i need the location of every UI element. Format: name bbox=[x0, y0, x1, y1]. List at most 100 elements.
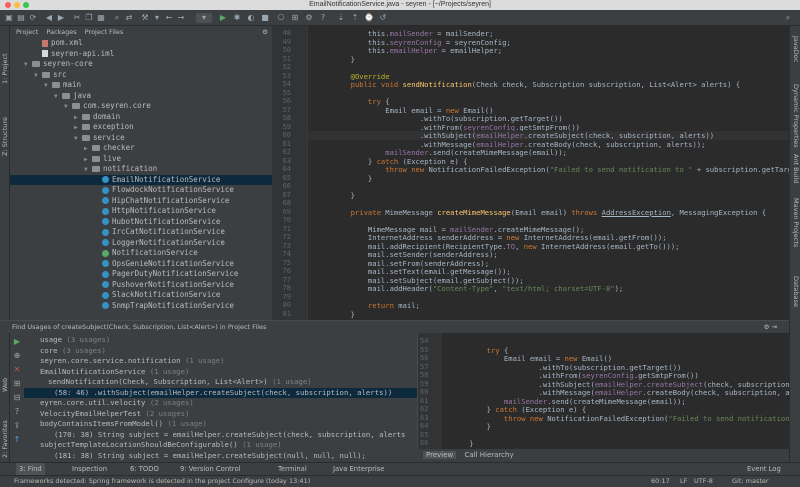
collapse-icon[interactable]: ⊟ bbox=[12, 393, 22, 403]
dynamic-properties-tool-tab[interactable]: Dynamic Properties bbox=[792, 84, 800, 148]
help-icon[interactable]: ? bbox=[12, 407, 22, 417]
tree-item[interactable]: NotificationService bbox=[10, 248, 272, 259]
find-settings-icon[interactable]: ⚙ ⇥ bbox=[764, 321, 777, 333]
ant-build-tool-tab[interactable]: Ant Build bbox=[792, 154, 800, 184]
sync-icon[interactable]: ⟳ bbox=[28, 13, 38, 23]
find-icon[interactable]: ⌕ bbox=[112, 13, 122, 23]
tree-item[interactable]: FlowdockNotificationService bbox=[10, 185, 272, 196]
tree-item[interactable]: LoggerNotificationService bbox=[10, 238, 272, 249]
tree-item[interactable]: PagerDutyNotificationService bbox=[10, 269, 272, 280]
file-encoding[interactable]: UTF-8 bbox=[694, 476, 713, 487]
tree-item[interactable]: IrcCatNotificationService bbox=[10, 227, 272, 238]
tree-item[interactable]: ▼ service bbox=[10, 133, 272, 144]
folder-icon[interactable]: ▣ bbox=[4, 13, 14, 23]
usage-row[interactable]: usage (3 usages) bbox=[24, 335, 417, 346]
vcs-update-icon[interactable]: ⇣ bbox=[336, 13, 346, 23]
database-tool-tab[interactable]: Database bbox=[792, 276, 800, 307]
cut-icon[interactable]: ✂ bbox=[72, 13, 82, 23]
tree-item[interactable]: SlackNotificationService bbox=[10, 290, 272, 301]
usage-row[interactable]: (170: 38) String subject = emailHelper.c… bbox=[24, 430, 417, 441]
tree-item[interactable]: ▼ com.seyren.core bbox=[10, 101, 272, 112]
tree-item[interactable]: ▶ checker bbox=[10, 143, 272, 154]
usage-row[interactable]: sendNotification(Check, Subscription, Li… bbox=[24, 377, 417, 388]
vcs-revert-icon[interactable]: ↺ bbox=[378, 13, 388, 23]
structure-icon[interactable]: ⊞ bbox=[290, 13, 300, 23]
back-icon[interactable]: ◀ bbox=[44, 13, 54, 23]
nav-back-icon[interactable]: ← bbox=[164, 13, 174, 23]
tree-item[interactable]: ▼ main bbox=[10, 80, 272, 91]
tree-item[interactable]: ▶ domain bbox=[10, 112, 272, 123]
usage-row[interactable]: eyren.core.util.velocity (2 usages) bbox=[24, 398, 417, 409]
save-icon[interactable]: ▤ bbox=[16, 13, 26, 23]
tree-item[interactable]: HipChatNotificationService bbox=[10, 196, 272, 207]
tree-item[interactable]: ▼ src bbox=[10, 70, 272, 81]
usage-row[interactable]: VelocityEmailHelperTest (2 usages) bbox=[24, 409, 417, 420]
tab-call-hierarchy[interactable]: Call Hierarchy bbox=[464, 451, 513, 459]
tab-project-files[interactable]: Project Files bbox=[85, 28, 124, 36]
run-config-selector[interactable]: ▾ bbox=[196, 13, 212, 23]
run-config-dropdown[interactable]: ▾ bbox=[152, 13, 162, 23]
gear-icon[interactable]: ⚙ bbox=[262, 26, 268, 38]
settings-icon[interactable]: ⚙ bbox=[304, 13, 314, 23]
tab-packages[interactable]: Packages bbox=[46, 28, 76, 36]
tree-item[interactable]: pom.xml bbox=[10, 38, 272, 49]
tree-item[interactable]: HubotNotificationService bbox=[10, 217, 272, 228]
tab-preview[interactable]: Preview bbox=[423, 451, 457, 459]
vcs-history-icon[interactable]: ⌚ bbox=[364, 13, 374, 23]
tree-item[interactable]: ▼ notification bbox=[10, 164, 272, 175]
usage-row[interactable]: subjectTemplateLocationShouldBeConfigura… bbox=[24, 440, 417, 451]
favorites-tool-tab[interactable]: 2: Favorites bbox=[1, 420, 9, 458]
code-editor[interactable]: this.mailSender = mailSender; this.seyre… bbox=[308, 26, 789, 320]
stop-icon[interactable]: ■ bbox=[260, 13, 270, 23]
tree-item[interactable]: OpsGenieNotificationService bbox=[10, 259, 272, 270]
maven-projects-tool-tab[interactable]: Maven Projects bbox=[792, 198, 800, 247]
tree-item[interactable]: ▶ exception bbox=[10, 122, 272, 133]
close-icon[interactable]: ✕ bbox=[12, 365, 22, 375]
usage-row[interactable]: (181: 38) String subject = emailHelper.c… bbox=[24, 451, 417, 462]
usage-row[interactable]: (58: 46) .withSubject(emailHelper.create… bbox=[24, 387, 417, 398]
tree-item[interactable]: PushoverNotificationService bbox=[10, 280, 272, 291]
build-icon[interactable]: ⚒ bbox=[140, 13, 150, 23]
close-window-button[interactable] bbox=[5, 2, 11, 8]
usage-row[interactable]: core (3 usages) bbox=[24, 346, 417, 357]
line-separator[interactable]: LF bbox=[680, 476, 687, 487]
search-everywhere-icon[interactable]: ⌕ bbox=[783, 13, 793, 23]
maximize-window-button[interactable] bbox=[23, 2, 29, 8]
javadoc-tool-tab[interactable]: JavaDoc bbox=[792, 36, 800, 62]
coverage-icon[interactable]: ◐ bbox=[246, 13, 256, 23]
tree-item[interactable]: HttpNotificationService bbox=[10, 206, 272, 217]
rerun-icon[interactable]: ▶ bbox=[12, 337, 22, 347]
git-branch[interactable]: Git: master bbox=[732, 476, 769, 487]
debug-icon[interactable]: ✱ bbox=[232, 13, 242, 23]
usage-row[interactable]: seyren.core.service.notification (1 usag… bbox=[24, 356, 417, 367]
tree-item[interactable]: EmailNotificationService bbox=[10, 174, 272, 185]
usage-row[interactable]: bodyContainsItemsFromModel() (1 usage) bbox=[24, 419, 417, 430]
caret-position[interactable]: 60:17 bbox=[651, 476, 670, 487]
paste-icon[interactable]: ▦ bbox=[96, 13, 106, 23]
usage-row[interactable]: EmailNotificationService (1 usage) bbox=[24, 367, 417, 378]
help-icon[interactable]: ? bbox=[318, 13, 328, 23]
status-message[interactable]: Frameworks detected: Spring framework is… bbox=[14, 476, 310, 487]
copy-icon[interactable]: ❐ bbox=[84, 13, 94, 23]
tab-project[interactable]: Project bbox=[16, 28, 38, 36]
structure-tool-tab[interactable]: Z: Structure bbox=[1, 117, 9, 156]
project-tool-tab[interactable]: 1: Project bbox=[1, 53, 9, 84]
forward-icon[interactable]: ▶ bbox=[56, 13, 66, 23]
tree-item[interactable]: ▶ live bbox=[10, 154, 272, 165]
tree-item[interactable]: seyren-api.iml bbox=[10, 49, 272, 60]
replace-icon[interactable]: ⇄ bbox=[124, 13, 134, 23]
pin-icon[interactable]: ⊕ bbox=[12, 351, 22, 361]
tree-item[interactable]: ▼ seyren-core bbox=[10, 59, 272, 70]
web-tool-tab[interactable]: Web bbox=[1, 378, 9, 392]
nav-forward-icon[interactable]: → bbox=[176, 13, 186, 23]
run-icon[interactable]: ▶ bbox=[218, 13, 228, 23]
export-icon[interactable]: ⇪ bbox=[12, 421, 22, 431]
vcs-commit-icon[interactable]: ⇡ bbox=[350, 13, 360, 23]
code-token: (Email email) bbox=[510, 207, 572, 217]
tree-item[interactable]: SnmpTrapNotificationService bbox=[10, 301, 272, 312]
previous-occurrence-icon[interactable]: ↑ bbox=[12, 435, 22, 445]
sdk-icon[interactable]: ⎔ bbox=[276, 13, 286, 23]
tree-item[interactable]: ▼ java bbox=[10, 91, 272, 102]
expand-icon[interactable]: ⊞ bbox=[12, 379, 22, 389]
minimize-window-button[interactable] bbox=[14, 2, 20, 8]
